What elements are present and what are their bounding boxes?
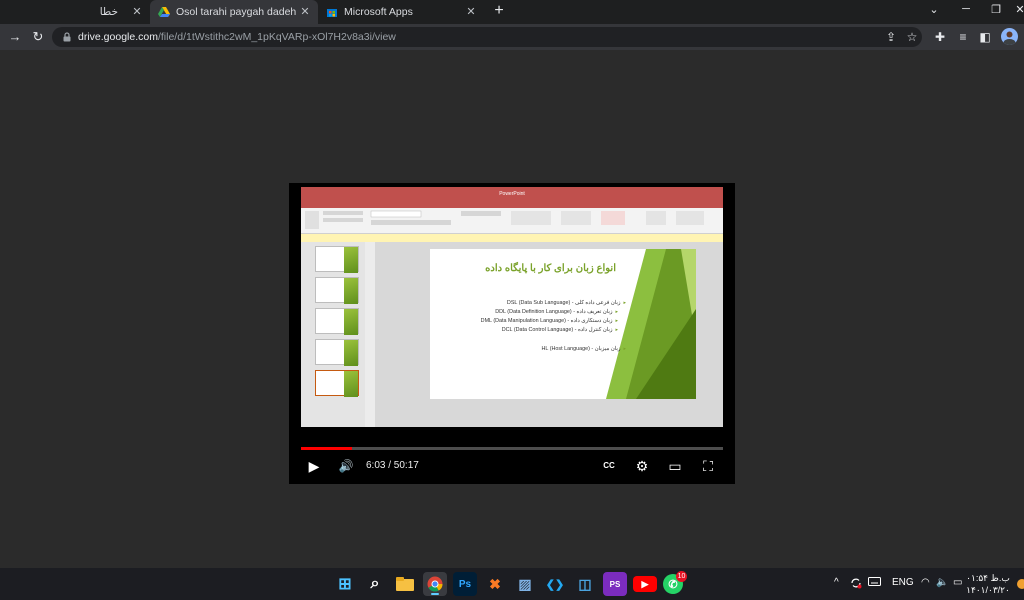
minimize-button[interactable]: ─ <box>958 3 974 15</box>
ppt-title-bar: PowerPoint <box>301 187 723 201</box>
video-progress-bar[interactable] <box>301 447 723 450</box>
ppt-slide-area: انواع زبان برای کار با پایگاه داده زبان … <box>375 242 723 427</box>
photos-icon[interactable]: ▨ <box>513 572 537 596</box>
tray-chevron-icon[interactable]: ^ <box>834 577 839 588</box>
tab-error[interactable]: خطا ✕ <box>0 0 150 24</box>
bookmark-star-icon[interactable]: ☆ <box>904 29 920 45</box>
extensions-icon[interactable]: ✚ <box>932 29 948 45</box>
bullet-item: زبان تعریف داده - DDL (Data Definition L… <box>430 308 618 317</box>
video-time: 6:03 / 50:17 <box>366 460 419 471</box>
drive-file-viewer: PowerPoint انواع زبان برای کار با پایگاه… <box>0 50 1024 568</box>
play-button[interactable]: ▶ <box>303 455 325 477</box>
side-panel-icon[interactable]: ◧ <box>977 29 993 45</box>
clock-date: ۱۴۰۱/۰۳/۲۰ <box>966 585 1010 595</box>
wifi-icon[interactable]: ◠ <box>921 577 930 588</box>
close-window-button[interactable]: ✕ <box>1012 3 1024 16</box>
slide-thumbnail <box>315 277 359 304</box>
reload-button[interactable]: ↻ <box>29 28 47 46</box>
clock[interactable]: ۰۱:۵۴ ب.ظ ۱۴۰۱/۰۳/۲۰ <box>966 572 1010 596</box>
youtube-icon[interactable]: ▶ <box>633 576 657 592</box>
ribbon-controls-graphic <box>305 210 704 229</box>
miniplayer-button[interactable]: ▭ <box>664 455 686 477</box>
ppt-ribbon <box>301 208 723 234</box>
photoshop-icon[interactable]: Ps <box>453 572 477 596</box>
slide-thumbnail-selected <box>315 370 359 397</box>
forward-button[interactable]: → <box>6 28 24 46</box>
new-tab-button[interactable]: + <box>490 2 508 20</box>
file-explorer-icon[interactable] <box>393 572 417 596</box>
xampp-icon[interactable]: ✖ <box>483 572 507 596</box>
volume-icon[interactable]: 🔈 <box>936 577 948 588</box>
maximize-button[interactable]: ❐ <box>988 3 1004 16</box>
notification-center-icon[interactable] <box>1017 579 1024 589</box>
google-drive-icon <box>158 7 170 17</box>
sync-icon[interactable] <box>850 577 862 592</box>
bullet-item: زبان دستکاری داده - DML (Data Manipulati… <box>430 317 618 326</box>
ppt-slide-thumbnails <box>301 242 365 427</box>
address-bar[interactable]: drive.google.com/file/d/1tWstithc2wM_1pK… <box>52 27 922 47</box>
video-player[interactable]: PowerPoint انواع زبان برای کار با پایگاه… <box>289 183 735 484</box>
ppt-slide: انواع زبان برای کار با پایگاه داده زبان … <box>430 249 696 399</box>
bullet-item: زبان کنترل داده - DCL (Data Control Lang… <box>430 326 618 335</box>
close-icon[interactable]: ✕ <box>298 5 312 18</box>
bullet-item: زبان میزبان - HL (Host Language) <box>430 345 626 354</box>
clock-time: ۰۱:۵۴ ب.ظ <box>966 573 1010 583</box>
windows-start-icon[interactable]: ⊞ <box>333 572 357 596</box>
profile-avatar[interactable] <box>1001 28 1018 45</box>
slide-bullets: زبان فرعی داده کلی - DSL (Data Sub Langu… <box>430 299 626 354</box>
tab-title: Osol tarahi paygah dadeha (2) ... <box>176 6 296 18</box>
tab-title: خطا <box>99 6 118 18</box>
close-icon[interactable]: ✕ <box>464 5 478 18</box>
video-frame: PowerPoint انواع زبان برای کار با پایگاه… <box>301 187 723 427</box>
close-icon[interactable]: ✕ <box>130 5 144 18</box>
url-path: /file/d/1tWstithc2wM_1pKqVARp-xOl7H2v8a3… <box>157 31 396 43</box>
slide-heading: انواع زبان برای کار با پایگاه داده <box>485 263 616 274</box>
slide-thumbnail <box>315 308 359 335</box>
avatar-icon <box>1003 31 1016 45</box>
notification-badge: 10 <box>676 571 687 582</box>
bullet-item: زبان فرعی داده کلی - DSL (Data Sub Langu… <box>430 299 626 308</box>
captions-button[interactable]: CC <box>598 455 620 477</box>
fullscreen-button[interactable]: ⛶ <box>697 455 719 477</box>
url-host: drive.google.com <box>78 31 158 43</box>
slide-thumbnail <box>315 339 359 366</box>
video-controls: ▶ 🔊 6:03 / 50:17 CC ⚙ ▭ ⛶ <box>289 451 735 481</box>
keyboard-icon[interactable] <box>868 577 881 589</box>
language-indicator[interactable]: ENG <box>892 577 914 588</box>
browser-toolbar: → ↻ drive.google.com/file/d/1tWstithc2wM… <box>0 24 1024 50</box>
ppt-ribbon-tabs <box>301 201 723 208</box>
microsoft-store-icon <box>327 9 337 17</box>
tab-strip: خطا ✕ Osol tarahi paygah dadeha (2) ... … <box>0 0 1024 24</box>
chrome-icon[interactable] <box>423 572 447 596</box>
search-icon[interactable]: ⌕ <box>363 572 387 596</box>
tab-microsoft-apps[interactable]: Microsoft Apps ✕ <box>318 0 484 24</box>
battery-icon[interactable]: ▭ <box>953 577 962 588</box>
tab-title: Microsoft Apps <box>344 6 413 18</box>
vscode-icon[interactable]: ❮❯ <box>543 572 567 596</box>
url-text[interactable]: drive.google.com/file/d/1tWstithc2wM_1pK… <box>78 31 396 43</box>
phpstorm-icon[interactable]: PS <box>603 572 627 596</box>
volume-button[interactable]: 🔊 <box>335 455 357 477</box>
slide-thumbnail <box>315 246 359 273</box>
lock-icon[interactable] <box>62 32 72 42</box>
settings-gear-icon[interactable]: ⚙ <box>631 455 653 477</box>
share-icon[interactable]: ⇪ <box>883 29 899 45</box>
app-icon[interactable]: ◫ <box>573 572 597 596</box>
video-progress-fill <box>301 447 352 450</box>
ppt-update-notice <box>301 234 723 242</box>
tab-search-button[interactable]: ⌄ <box>926 3 942 16</box>
reading-list-icon[interactable]: ≡ <box>955 29 971 45</box>
ppt-window-title: PowerPoint <box>499 191 525 197</box>
windows-taskbar: ⊞ ⌕ Ps ✖ ▨ ❮❯ ◫ PS ▶ ✆ 10 ^ ENG ◠ 🔈 ▭ ۰۱… <box>0 568 1024 600</box>
tab-drive-file[interactable]: Osol tarahi paygah dadeha (2) ... ✕ <box>150 0 318 24</box>
whatsapp-icon[interactable]: ✆ 10 <box>663 571 687 594</box>
